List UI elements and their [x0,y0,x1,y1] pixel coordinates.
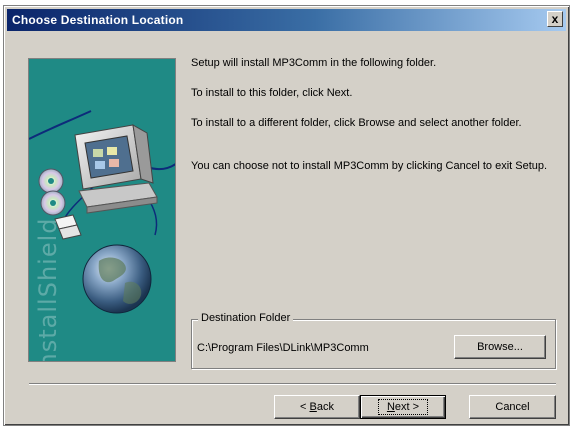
setup-dialog: Choose Destination Location x InstallShi… [3,5,570,426]
close-button[interactable]: x [547,11,563,27]
destination-folder-label: Destination Folder [198,312,294,324]
title-bar[interactable]: Choose Destination Location x [7,9,566,31]
cancel-instruction-text: You can choose not to install MP3Comm by… [191,160,548,172]
cancel-button-label: Cancel [495,401,530,413]
back-button[interactable]: < Back [274,395,360,419]
destination-path: C:\Program Files\DLink\MP3Comm [197,342,369,354]
intro-text: Setup will install MP3Comm in the follow… [191,57,437,69]
divider [29,383,556,385]
browse-instruction-text: To install to a different folder, click … [191,117,522,129]
cd-icon [38,168,66,216]
browse-button-label: Browse... [477,341,523,353]
computer-globe-illustration [29,110,175,314]
browse-button[interactable]: Browse... [454,335,546,359]
back-button-label: < Back [300,401,334,413]
computer-icon [74,124,158,214]
close-icon: x [551,12,559,26]
floppy-icon [54,214,82,240]
next-button[interactable]: Next > [360,395,446,419]
cancel-button[interactable]: Cancel [469,395,556,419]
dialog-title: Choose Destination Location [12,13,184,27]
installshield-banner: InstallShield [28,58,176,362]
next-button-label: Next > [377,399,429,415]
globe-icon [82,244,152,314]
next-instruction-text: To install to this folder, click Next. [191,87,353,99]
destination-folder-group: Destination Folder C:\Program Files\DLin… [191,312,556,369]
